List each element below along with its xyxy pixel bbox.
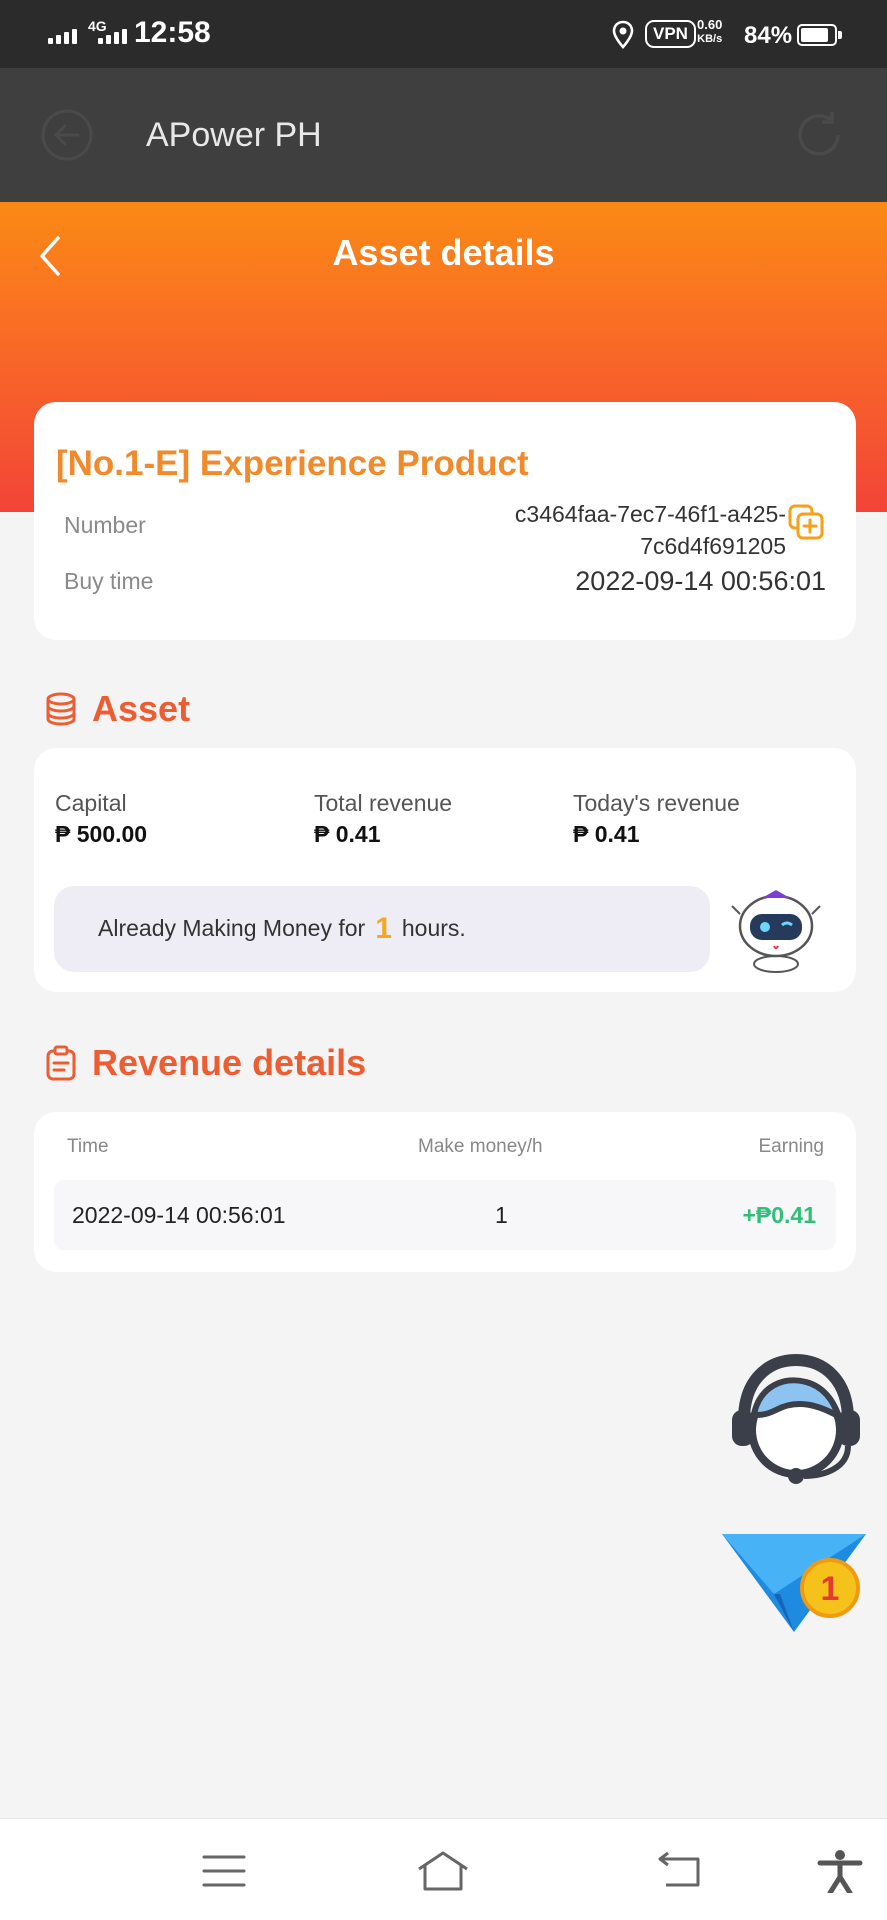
number-label: Number (64, 512, 146, 538)
hours-count: 1 (375, 912, 392, 945)
revenue-section-title: Revenue details (92, 1042, 367, 1083)
back-circle-icon[interactable] (40, 108, 94, 162)
status-bar: 4G 12:58 VPN 0.60 KB/s 84% (0, 0, 887, 68)
plane-badge: 1 (821, 1570, 840, 1608)
coins-icon (46, 692, 76, 726)
refresh-icon[interactable] (792, 108, 846, 162)
signal-icon (48, 22, 77, 44)
total-revenue-label: Total revenue (314, 790, 453, 816)
accessibility-icon[interactable] (812, 1849, 868, 1893)
page-title: Asset details (332, 232, 555, 273)
robot-mascot-icon (731, 890, 821, 973)
total-revenue-value: ₱ 0.41 (314, 821, 381, 847)
revenue-table: Time Make money/h Earning 2022-09-14 00:… (34, 1112, 856, 1272)
menu-icon[interactable] (196, 1849, 252, 1893)
paper-plane-icon[interactable]: 1 (720, 1528, 872, 1648)
network-speed: 0.60 KB/s (697, 17, 723, 46)
today-revenue-stat: Today's revenue ₱ 0.41 (573, 790, 740, 848)
buy-time-label: Buy time (64, 568, 154, 594)
capital-value: ₱ 500.00 (55, 821, 148, 847)
column-header-earning: Earning (758, 1136, 825, 1157)
copy-icon[interactable] (788, 504, 824, 540)
asset-section-title: Asset (92, 688, 191, 729)
column-header-make-money: Make money/h (418, 1136, 543, 1157)
location-icon (612, 20, 634, 49)
column-header-time: Time (67, 1136, 109, 1157)
buy-time-value: 2022-09-14 00:56:01 (575, 566, 826, 596)
clipboard-icon (46, 1045, 76, 1081)
product-name: [No.1-E] Experience Product (56, 444, 529, 483)
total-revenue-stat: Total revenue ₱ 0.41 (314, 790, 452, 848)
today-revenue-value: ₱ 0.41 (573, 821, 640, 847)
today-revenue-label: Today's revenue (573, 790, 740, 816)
customer-service-icon[interactable] (724, 1350, 868, 1488)
clock: 12:58 (134, 16, 211, 49)
row-make-money: 1 (495, 1202, 508, 1228)
revenue-section-header: Revenue details (44, 1042, 366, 1084)
making-money-banner: Already Making Money for 1 hours. (54, 886, 710, 972)
capital-stat: Capital ₱ 500.00 (55, 790, 147, 848)
making-money-text: Already Making Money for 1 hours. (98, 912, 466, 945)
capital-label: Capital (55, 790, 127, 816)
system-nav-bar (0, 1818, 887, 1920)
app-title: APower PH (146, 116, 322, 154)
row-earning: +₱0.41 (742, 1202, 816, 1228)
app-bar: APower PH (0, 68, 887, 202)
battery-icon (797, 24, 842, 46)
signal-icon-2 (98, 24, 127, 44)
asset-card: Capital ₱ 500.00 Total revenue ₱ 0.41 To… (34, 748, 856, 992)
product-card: [No.1-E] Experience Product Number c3464… (34, 402, 856, 640)
battery-percent: 84% (744, 22, 793, 49)
asset-section-header: Asset (44, 688, 190, 730)
back-icon[interactable] (652, 1849, 708, 1893)
vpn-badge: VPN (645, 20, 696, 48)
table-row: 2022-09-14 00:56:01 1 +₱0.41 (54, 1180, 836, 1250)
row-time: 2022-09-14 00:56:01 (72, 1202, 286, 1228)
home-icon[interactable] (415, 1849, 471, 1893)
product-number: c3464faa-7ec7-46f1-a425- 7c6d4f691205 (514, 501, 786, 559)
